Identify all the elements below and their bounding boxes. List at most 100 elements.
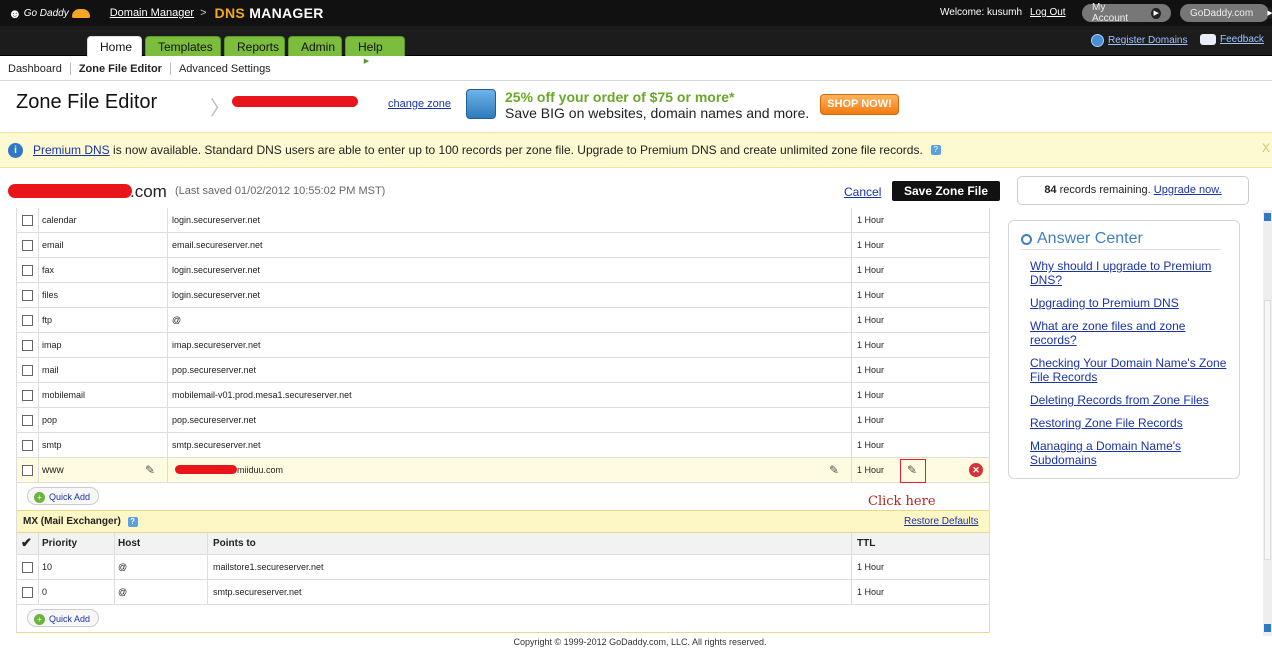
subnav-advanced-settings[interactable]: Advanced Settings bbox=[171, 63, 279, 75]
col-points-to[interactable]: Points to bbox=[213, 538, 256, 549]
col-host[interactable]: Host bbox=[118, 538, 140, 549]
table-row-www[interactable]: www ✎ miiduu.com ✎ 1 Hour ✎ ✕ bbox=[17, 458, 989, 483]
points-to-cell: login.secureserver.net bbox=[172, 265, 261, 275]
footer-copyright: Copyright © 1999-2012 GoDaddy.com, LLC. … bbox=[513, 637, 767, 647]
host-cell: fax bbox=[42, 265, 55, 275]
host-cell: smtp bbox=[42, 440, 62, 450]
breadcrumb-domain-manager[interactable]: Domain Manager bbox=[110, 7, 194, 19]
product-title: DNS MANAGER bbox=[215, 5, 324, 21]
quick-add-button[interactable]: + Quick Add bbox=[27, 609, 100, 627]
answer-link[interactable]: Managing a Domain Name's Subdomains bbox=[1030, 439, 1230, 467]
page-title: Zone File Editor bbox=[16, 91, 158, 113]
promo-subline: Save BIG on websites, domain names and m… bbox=[505, 105, 810, 121]
premium-dns-link[interactable]: Premium DNS bbox=[33, 143, 110, 157]
pencil-icon[interactable]: ✎ bbox=[829, 463, 839, 477]
sub-nav: Dashboard Zone File Editor Advanced Sett… bbox=[0, 57, 1272, 81]
tab-reports[interactable]: Reports bbox=[224, 36, 285, 56]
ttl-cell: 1 Hour bbox=[857, 440, 885, 450]
answer-link[interactable]: Deleting Records from Zone Files bbox=[1030, 393, 1230, 407]
scroll-up-icon[interactable] bbox=[1264, 213, 1271, 221]
chevron-right-icon: ▶ bbox=[1267, 7, 1272, 19]
ttl-cell: 1 Hour bbox=[857, 215, 885, 225]
row-checkbox[interactable] bbox=[22, 561, 33, 573]
cancel-link[interactable]: Cancel bbox=[844, 185, 881, 199]
pencil-icon: ✎ bbox=[907, 463, 918, 477]
change-zone-link[interactable]: change zone bbox=[388, 98, 451, 110]
feedback-link[interactable]: Feedback bbox=[1220, 34, 1264, 45]
help-icon[interactable]: ? bbox=[127, 517, 138, 527]
table-row: calendar login.secureserver.net 1 Hour bbox=[17, 208, 989, 233]
row-checkbox[interactable] bbox=[22, 364, 33, 376]
pencil-icon[interactable]: ✎ bbox=[145, 463, 155, 477]
register-domains-link[interactable]: Register Domains bbox=[1108, 35, 1187, 46]
row-checkbox[interactable] bbox=[22, 239, 33, 251]
upgrade-now-link[interactable]: Upgrade now. bbox=[1154, 184, 1222, 196]
row-checkbox[interactable] bbox=[22, 214, 33, 226]
my-account-button[interactable]: My Account ▶ bbox=[1082, 2, 1171, 24]
scroll-thumb[interactable] bbox=[1264, 300, 1271, 560]
tab-help[interactable]: Help▶ bbox=[345, 36, 405, 68]
mx-section-title: MX (Mail Exchanger) ? bbox=[23, 516, 138, 527]
tab-admin[interactable]: Admin bbox=[288, 36, 342, 56]
row-checkbox[interactable] bbox=[22, 289, 33, 301]
register-domains[interactable]: Register Domains bbox=[1091, 34, 1187, 47]
table-row: 0 @ smtp.secureserver.net 1 Hour bbox=[17, 580, 989, 605]
host-cell: @ bbox=[118, 587, 128, 597]
ttl-cell: 1 Hour bbox=[857, 315, 885, 325]
product-title-manager: MANAGER bbox=[249, 5, 324, 21]
row-checkbox[interactable] bbox=[22, 264, 33, 276]
ttl-cell: 1 Hour bbox=[857, 465, 885, 475]
points-to-cell: login.secureserver.net bbox=[172, 215, 261, 225]
shop-now-button[interactable]: SHOP NOW! bbox=[820, 94, 899, 115]
row-checkbox[interactable] bbox=[22, 339, 33, 351]
select-all-check-icon[interactable]: ✔ bbox=[21, 535, 32, 551]
promo-headline: 25% off your order of $75 or more* bbox=[505, 89, 735, 105]
logout-link[interactable]: Log Out bbox=[1030, 7, 1066, 18]
answer-link[interactable]: Upgrading to Premium DNS bbox=[1030, 296, 1230, 310]
answer-link[interactable]: Why should I upgrade to Premium DNS? bbox=[1030, 259, 1230, 287]
row-checkbox[interactable] bbox=[22, 586, 33, 598]
tab-templates[interactable]: Templates bbox=[145, 36, 221, 56]
godaddy-mascot-icon: ☻ bbox=[8, 5, 22, 21]
restore-defaults-link[interactable]: Restore Defaults bbox=[904, 516, 978, 527]
row-checkbox[interactable] bbox=[22, 314, 33, 326]
tab-home[interactable]: Home bbox=[87, 36, 142, 57]
table-row: fax login.secureserver.net 1 Hour bbox=[17, 258, 989, 283]
ttl-cell: 1 Hour bbox=[857, 265, 885, 275]
godaddy-logo[interactable]: ☻ Go Daddy bbox=[8, 3, 90, 23]
redacted-domain-mark bbox=[175, 465, 237, 474]
table-row: mail pop.secureserver.net 1 Hour bbox=[17, 358, 989, 383]
ttl-cell: 1 Hour bbox=[857, 390, 885, 400]
subnav-dashboard[interactable]: Dashboard bbox=[0, 62, 71, 75]
scroll-down-icon[interactable] bbox=[1264, 624, 1271, 632]
subnav-zone-file-editor[interactable]: Zone File Editor bbox=[71, 62, 171, 75]
redacted-domain-mark bbox=[232, 96, 358, 107]
answer-link[interactable]: What are zone files and zone records? bbox=[1030, 319, 1230, 347]
answer-link[interactable]: Restoring Zone File Records bbox=[1030, 416, 1230, 430]
quick-add-button[interactable]: + Quick Add bbox=[27, 487, 100, 505]
help-icon[interactable]: ? bbox=[930, 145, 941, 155]
row-checkbox[interactable] bbox=[22, 439, 33, 451]
godaddy-com-button[interactable]: GoDaddy.com ▶ bbox=[1180, 4, 1272, 22]
quick-add-label: Quick Add bbox=[49, 614, 91, 624]
plus-icon: + bbox=[34, 491, 45, 503]
redacted-domain-mark bbox=[8, 184, 132, 198]
records-remaining-box: 84 records remaining. Upgrade now. bbox=[1017, 176, 1249, 205]
edit-record-button[interactable]: ✎ bbox=[900, 459, 926, 483]
row-checkbox[interactable] bbox=[22, 414, 33, 426]
save-zone-file-button[interactable]: Save Zone File bbox=[892, 181, 1000, 201]
page-scrollbar[interactable] bbox=[1263, 210, 1272, 636]
host-cell: pop bbox=[42, 415, 58, 425]
col-ttl[interactable]: TTL bbox=[857, 538, 875, 549]
points-to-cell: smtp.secureserver.net bbox=[172, 440, 261, 450]
host-cell: email bbox=[42, 240, 64, 250]
delete-icon[interactable]: ✕ bbox=[969, 463, 983, 477]
col-priority[interactable]: Priority bbox=[42, 538, 77, 549]
row-checkbox[interactable] bbox=[22, 464, 33, 476]
row-checkbox[interactable] bbox=[22, 389, 33, 401]
close-icon[interactable]: X bbox=[1262, 141, 1270, 155]
feedback[interactable]: Feedback bbox=[1200, 34, 1264, 45]
table-row: email email.secureserver.net 1 Hour bbox=[17, 233, 989, 258]
table-row: smtp smtp.secureserver.net 1 Hour bbox=[17, 433, 989, 458]
answer-link[interactable]: Checking Your Domain Name's Zone File Re… bbox=[1030, 356, 1230, 384]
